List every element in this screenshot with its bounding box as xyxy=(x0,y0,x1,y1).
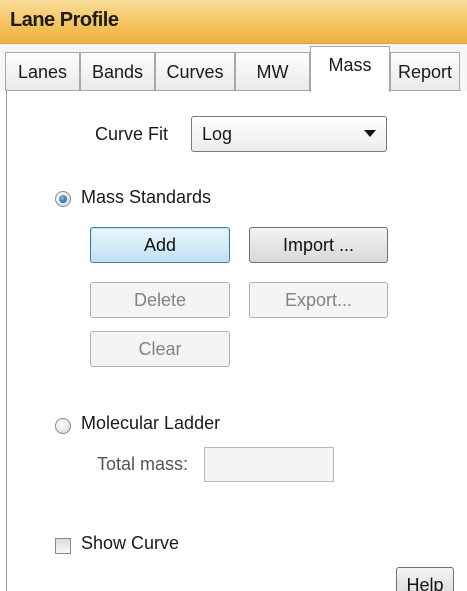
tab-lanes[interactable]: Lanes xyxy=(5,52,80,91)
panel-title-bar: Lane Profile xyxy=(0,0,467,44)
tab-report[interactable]: Report xyxy=(390,52,460,91)
clear-button[interactable]: Clear xyxy=(90,331,230,367)
help-button[interactable]: Help xyxy=(396,567,454,591)
mass-tab-content xyxy=(6,90,461,591)
total-mass-label: Total mass: xyxy=(97,454,189,474)
tab-strip: Lanes Bands Curves MW Mass Report xyxy=(0,44,467,92)
chevron-down-icon xyxy=(364,130,376,137)
tab-mw[interactable]: MW xyxy=(235,52,310,91)
mass-standards-label: Mass Standards xyxy=(81,187,212,207)
import-button[interactable]: Import ... xyxy=(249,227,388,263)
show-curve-checkbox[interactable] xyxy=(55,538,71,554)
radio-selected-dot xyxy=(59,195,67,203)
molecular-ladder-radio[interactable] xyxy=(55,418,71,434)
add-button[interactable]: Add xyxy=(90,227,230,263)
total-mass-input[interactable] xyxy=(204,447,334,482)
panel-title: Lane Profile xyxy=(10,9,119,31)
curve-fit-select[interactable]: Log xyxy=(191,116,387,152)
tab-bands[interactable]: Bands xyxy=(80,52,155,91)
tab-mass[interactable]: Mass xyxy=(310,46,390,92)
mass-standards-radio[interactable] xyxy=(55,191,71,207)
lane-profile-panel: Lane Profile Lanes Bands Curves MW Mass … xyxy=(0,0,467,591)
curve-fit-label: Curve Fit xyxy=(95,124,169,144)
tab-curves[interactable]: Curves xyxy=(155,52,235,91)
show-curve-label: Show Curve xyxy=(81,533,180,553)
curve-fit-value: Log xyxy=(202,124,233,144)
delete-button[interactable]: Delete xyxy=(90,282,230,318)
export-button[interactable]: Export... xyxy=(249,282,388,318)
molecular-ladder-label: Molecular Ladder xyxy=(81,413,221,433)
